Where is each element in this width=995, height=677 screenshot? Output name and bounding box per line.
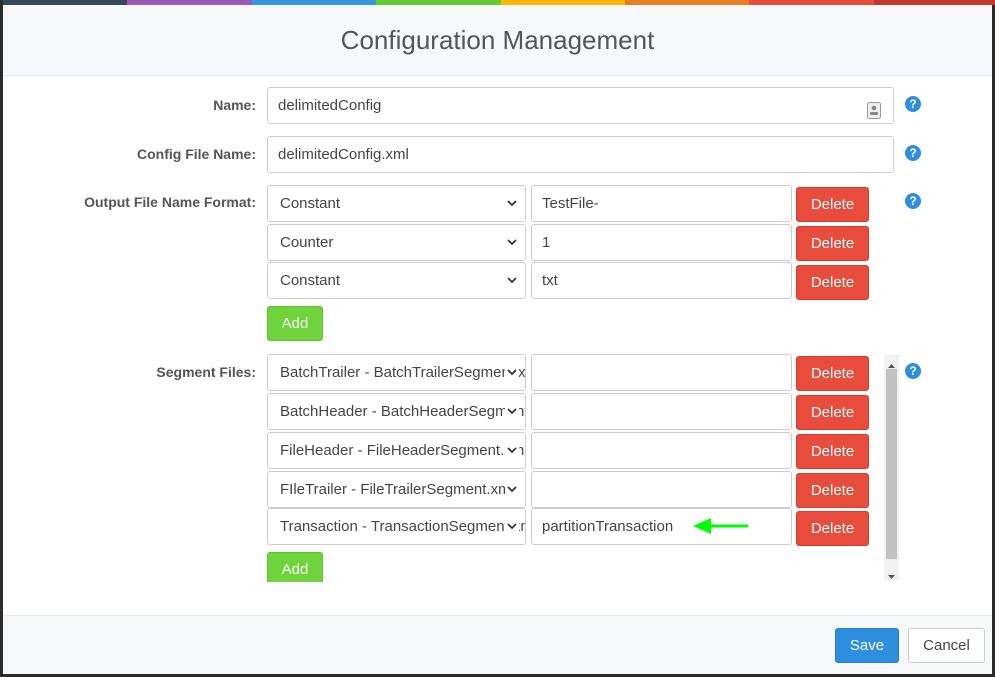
segment-file-value-input[interactable] (531, 432, 792, 469)
scroll-up-icon[interactable] (886, 358, 897, 368)
output-format-help-icon[interactable]: ? (905, 193, 921, 209)
delete-button[interactable]: Delete (796, 434, 869, 469)
segment-file-select[interactable]: FIleTrailer - FileTrailerSegment.xml (267, 471, 526, 508)
delete-button[interactable]: Delete (796, 511, 869, 546)
add-segment-file-button[interactable]: Add (267, 552, 323, 582)
segment-file-value-input[interactable] (531, 471, 792, 508)
select-value: BatchHeader - BatchHeaderSegment.xml (280, 403, 525, 420)
segment-file-select[interactable]: BatchTrailer - BatchTrailerSegment.xml (267, 354, 526, 391)
chevron-down-icon (505, 225, 519, 260)
input-value: partitionTransaction (542, 518, 674, 535)
segment-file-select[interactable]: FileHeader - FileHeaderSegment.xml (267, 432, 526, 469)
configuration-modal: Configuration Management Name: delimited… (0, 0, 995, 677)
select-value: Constant (280, 272, 341, 289)
output-format-type-select[interactable]: Constant (267, 185, 526, 222)
delete-button[interactable]: Delete (796, 226, 869, 261)
segment-file-value-input[interactable] (531, 393, 792, 430)
config-file-value: delimitedConfig.xml (278, 146, 409, 163)
add-output-format-button[interactable]: Add (267, 306, 323, 341)
input-value: 1 (542, 234, 551, 251)
name-help-icon[interactable]: ? (905, 96, 921, 112)
select-value: FIleTrailer - FileTrailerSegment.xml (280, 481, 514, 498)
delete-button[interactable]: Delete (796, 187, 869, 222)
segment-file-value-input[interactable]: partitionTransaction (531, 508, 792, 545)
chevron-down-icon (505, 186, 519, 221)
config-file-help-icon[interactable]: ? (905, 145, 921, 161)
scrollbar-thumb[interactable] (886, 369, 897, 559)
contact-card-icon[interactable] (867, 97, 881, 119)
delete-button[interactable]: Delete (796, 395, 869, 430)
input-value: TestFile- (542, 195, 599, 212)
name-label: Name: (213, 97, 256, 113)
chevron-down-icon (505, 394, 519, 429)
input-value: txt (542, 272, 558, 289)
segment-file-value-input[interactable] (531, 354, 792, 391)
select-value: Constant (280, 195, 341, 212)
delete-button[interactable]: Delete (796, 473, 869, 508)
config-file-input[interactable]: delimitedConfig.xml (267, 136, 894, 173)
select-value: BatchTrailer - BatchTrailerSegment.xml (280, 364, 526, 381)
name-input[interactable]: delimitedConfig (267, 87, 894, 124)
name-value: delimitedConfig (278, 97, 382, 114)
delete-button[interactable]: Delete (796, 265, 869, 300)
select-value: Counter (280, 234, 334, 251)
output-format-value-input[interactable]: 1 (531, 224, 792, 261)
delete-button[interactable]: Delete (796, 356, 869, 391)
chevron-down-icon (505, 355, 519, 390)
select-value: Transaction - TransactionSegment.xml (280, 518, 526, 535)
output-format-value-input[interactable]: txt (531, 262, 792, 299)
segment-file-select[interactable]: Transaction - TransactionSegment.xml (267, 508, 526, 545)
cancel-button[interactable]: Cancel (908, 628, 985, 663)
segment-files-label: Segment Files: (156, 364, 256, 380)
output-format-label: Output File Name Format: (84, 194, 256, 210)
output-format-type-select[interactable]: Counter (267, 224, 526, 261)
scroll-down-icon[interactable] (886, 569, 897, 579)
arrow-left-icon (693, 516, 749, 536)
config-file-label: Config File Name: (136, 146, 256, 162)
segment-files-scroll-area: BatchTrailer - BatchTrailerSegment.xml D… (263, 350, 883, 582)
modal-header: Configuration Management (3, 5, 992, 76)
segment-files-help-icon[interactable]: ? (905, 363, 921, 379)
chevron-down-icon (505, 509, 519, 544)
chevron-down-icon (505, 472, 519, 507)
output-format-value-input[interactable]: TestFile- (531, 185, 792, 222)
chevron-down-icon (505, 263, 519, 298)
chevron-down-icon (505, 433, 519, 468)
segment-file-select[interactable]: BatchHeader - BatchHeaderSegment.xml (267, 393, 526, 430)
select-value: FileHeader - FileHeaderSegment.xml (280, 442, 526, 459)
save-button[interactable]: Save (835, 628, 899, 663)
output-format-type-select[interactable]: Constant (267, 262, 526, 299)
modal-title: Configuration Management (340, 25, 655, 55)
